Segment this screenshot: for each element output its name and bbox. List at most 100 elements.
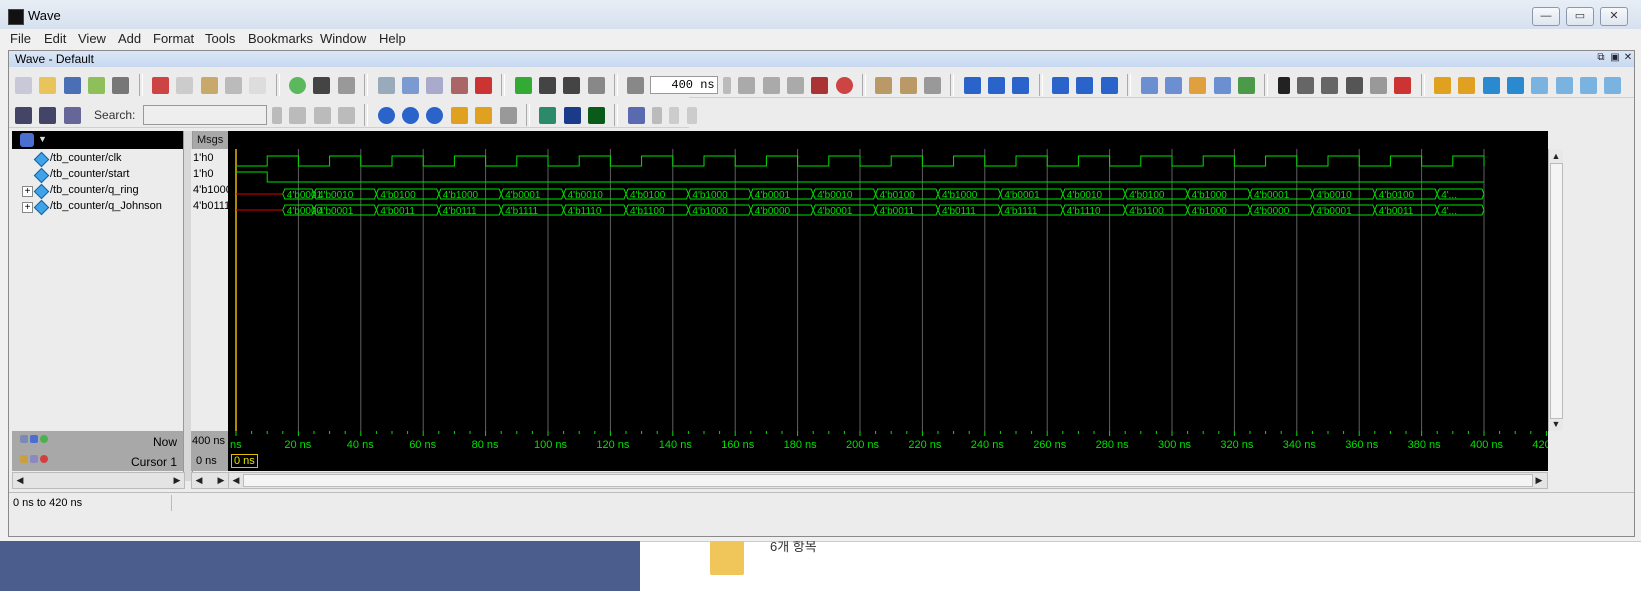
stop-icon[interactable]: [1394, 76, 1412, 94]
title-bar[interactable]: Wave — ▭ ✕: [0, 0, 1641, 30]
signal-row-start[interactable]: /tb_counter/start: [12, 167, 183, 184]
zoom-cursor-icon[interactable]: [450, 106, 468, 124]
scroll-left-icon[interactable]: ◀: [192, 473, 206, 487]
menu-format[interactable]: Format: [153, 31, 194, 46]
input-port-icon[interactable]: [15, 106, 32, 124]
cursor-row[interactable]: 0 ns: [228, 451, 1548, 471]
add-cursor-icon[interactable]: [40, 435, 48, 443]
select-pointer-icon[interactable]: [1277, 76, 1290, 94]
menu-view[interactable]: View: [78, 31, 106, 46]
wave-save-icon[interactable]: [401, 76, 419, 94]
menu-edit[interactable]: Edit: [44, 31, 66, 46]
scroll-up-icon[interactable]: ▲: [1549, 149, 1563, 163]
find-icon[interactable]: [313, 76, 331, 94]
time-spinner-icon[interactable]: [722, 76, 731, 94]
close-pane-icon[interactable]: ✕: [1622, 52, 1634, 64]
list-icon[interactable]: [337, 76, 355, 94]
step-down-icon[interactable]: [1052, 76, 1070, 94]
copy-icon[interactable]: [176, 76, 194, 94]
signal-row-q-ring[interactable]: + /tb_counter/q_ring: [12, 183, 183, 200]
remove-cursor-icon[interactable]: [40, 455, 48, 463]
print-icon[interactable]: [112, 76, 130, 94]
step-icon[interactable]: [514, 76, 532, 94]
scroll-right-icon[interactable]: ▶: [214, 473, 228, 487]
break-icon[interactable]: [811, 76, 829, 94]
format-line-icon[interactable]: [539, 106, 557, 124]
maximize-button[interactable]: ▭: [1566, 7, 1594, 26]
restart-icon[interactable]: [835, 76, 853, 94]
zoom-between-icon[interactable]: [475, 106, 493, 124]
edge-rise-icon[interactable]: [1531, 76, 1549, 94]
folder-icon[interactable]: [710, 541, 744, 575]
scroll-left-icon[interactable]: ◀: [229, 473, 243, 487]
pan-icon[interactable]: [1321, 76, 1339, 94]
step-into-icon[interactable]: [875, 76, 893, 94]
run-length-icon[interactable]: [627, 76, 645, 94]
close-button[interactable]: ✕: [1600, 7, 1628, 26]
format-edge-icon[interactable]: [651, 106, 662, 124]
expand-icon[interactable]: +: [22, 186, 33, 197]
output-port-icon[interactable]: [39, 106, 57, 124]
cursor-view-icon[interactable]: [30, 435, 38, 443]
search-prev-icon[interactable]: [289, 106, 307, 124]
wave-delete-icon[interactable]: [474, 76, 492, 94]
hand-icon[interactable]: [924, 76, 942, 94]
run-all-icon[interactable]: [787, 76, 804, 94]
open-icon[interactable]: [39, 76, 57, 94]
inout-port-icon[interactable]: [63, 106, 81, 124]
waveform-pane[interactable]: 4'b0001 4'b0010 4'b0100 4'b1000 4'b0001 4'b00…: [228, 149, 1548, 431]
curve-arrow-icon[interactable]: [988, 76, 1006, 94]
layout-1-icon[interactable]: [1140, 76, 1158, 94]
format-ramp-icon[interactable]: [686, 106, 697, 124]
dock-icon[interactable]: ▣: [1609, 52, 1621, 64]
up-arrow-icon[interactable]: [1012, 76, 1030, 94]
menu-file[interactable]: File: [10, 31, 31, 46]
new-icon[interactable]: [15, 76, 32, 94]
scroll-thumb[interactable]: [1550, 163, 1563, 419]
edge-any-icon[interactable]: [1580, 76, 1598, 94]
minimize-button[interactable]: —: [1532, 7, 1560, 26]
signal-row-clk[interactable]: /tb_counter/clk: [12, 151, 183, 168]
wave-hscrollbar[interactable]: ◀ ▶: [228, 472, 1548, 489]
cursor-list-icon[interactable]: [20, 435, 28, 443]
scroll-down-icon[interactable]: ▼: [1549, 417, 1563, 431]
arrow-right-icon[interactable]: [587, 76, 605, 94]
add-icon[interactable]: [289, 76, 307, 94]
format-grid-icon[interactable]: [627, 106, 645, 124]
zoom-box-icon[interactable]: [1296, 76, 1314, 94]
redo-icon[interactable]: [249, 76, 267, 94]
format-fill-icon[interactable]: [587, 106, 605, 124]
time-axis[interactable]: ns 20 ns 40 ns 60 ns 80 ns 100 ns 120 ns 140 ns…: [228, 431, 1594, 451]
menu-help[interactable]: Help: [379, 31, 406, 46]
scroll-right-icon[interactable]: ▶: [1532, 473, 1546, 487]
wave-compare-icon[interactable]: [377, 76, 395, 94]
zoom-full-icon[interactable]: [426, 106, 444, 124]
signal-row-q-johnson[interactable]: + /tb_counter/q_Johnson: [12, 199, 183, 216]
down-arrow-icon[interactable]: [963, 76, 981, 94]
edge-fall-icon[interactable]: [1555, 76, 1573, 94]
search-next-icon[interactable]: [313, 106, 331, 124]
lock-icon[interactable]: [20, 455, 28, 463]
values-hscrollbar[interactable]: ◀ ▶: [191, 472, 230, 489]
menu-add[interactable]: Add: [118, 31, 141, 46]
edge-prev-icon[interactable]: [1482, 76, 1500, 94]
vertical-scrollbar[interactable]: ▲ ▼: [1548, 149, 1563, 431]
measure-icon[interactable]: [1369, 76, 1387, 94]
edge-next-icon[interactable]: [1507, 76, 1524, 94]
layout-5-icon[interactable]: [1237, 76, 1255, 94]
menu-bookmarks[interactable]: Bookmarks: [248, 31, 313, 46]
cut-icon[interactable]: [152, 76, 170, 94]
names-hscrollbar[interactable]: ◀ ▶: [12, 472, 185, 489]
menu-tools[interactable]: Tools: [205, 31, 235, 46]
edge-last-icon[interactable]: [1604, 76, 1622, 94]
reload-icon[interactable]: [88, 76, 106, 94]
expand-icon[interactable]: +: [22, 202, 33, 213]
edit-cursor-icon[interactable]: [30, 455, 38, 463]
wave-options-icon[interactable]: [20, 133, 34, 147]
arrow-up-icon[interactable]: [538, 76, 556, 94]
run-icon[interactable]: [738, 76, 756, 94]
step-curve-icon[interactable]: [1076, 76, 1094, 94]
run-time-input[interactable]: [649, 76, 718, 94]
scroll-right-icon[interactable]: ▶: [170, 473, 184, 487]
cursor-add-icon[interactable]: [1433, 76, 1451, 94]
